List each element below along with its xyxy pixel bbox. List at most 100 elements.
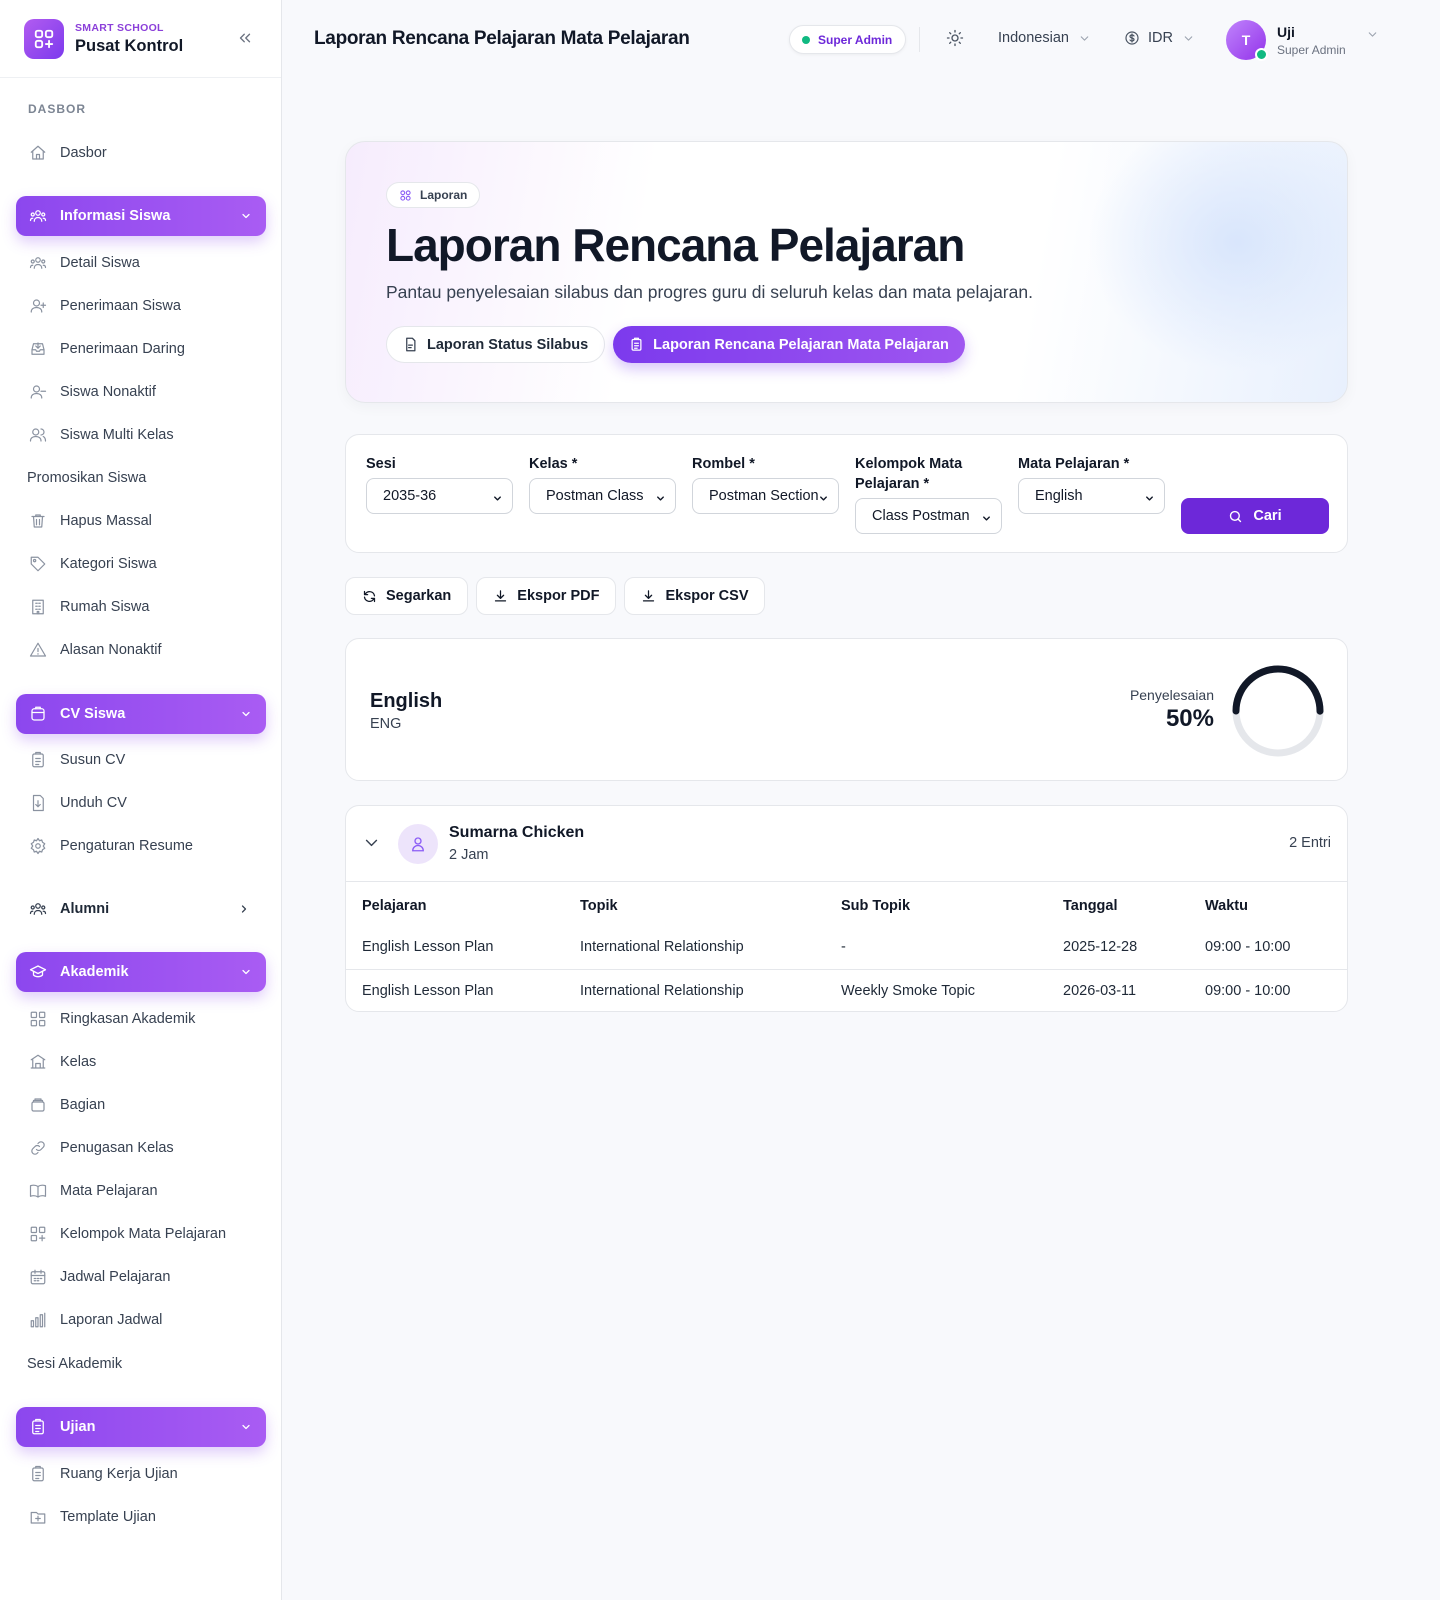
export-csv-button[interactable]: Ekspor CSV: [624, 577, 766, 615]
collapse-chevron-down-icon[interactable]: [363, 834, 381, 852]
clipboard-icon: [29, 751, 47, 769]
hero-title: Laporan Rencana Pelajaran: [386, 219, 965, 271]
sidebar-item-label: Jadwal Pelajaran: [60, 1269, 171, 1285]
sidebar-item-kelompok-mata-pelajaran[interactable]: Kelompok Mata Pelajaran: [16, 1214, 266, 1254]
table-row: English Lesson Plan International Relati…: [346, 925, 1347, 970]
table-cell: Weekly Smoke Topic: [841, 983, 976, 1000]
sidebar: SMART SCHOOL Pusat Kontrol DASBOR Dasbor…: [0, 0, 282, 1600]
table-cell: International Relationship: [580, 925, 841, 970]
sesi-value: 2035-36: [383, 488, 437, 504]
sidebar-item-jadwal-pelajaran[interactable]: Jadwal Pelajaran: [16, 1257, 266, 1297]
page-title: Laporan Rencana Pelajaran Mata Pelajaran: [314, 28, 690, 49]
sidebar-item-template-ujian[interactable]: Template Ujian: [16, 1497, 266, 1537]
sidebar-item-promosikan-siswa[interactable]: Promosikan Siswa: [16, 458, 266, 498]
collapse-sidebar-icon[interactable]: [236, 29, 256, 49]
mapel-select[interactable]: English: [1018, 478, 1165, 514]
sidebar-item-label: Template Ujian: [60, 1509, 156, 1525]
table-cell: 09:00 - 10:00: [1205, 983, 1291, 1000]
hero-card: Laporan Laporan Rencana Pelajaran Pantau…: [345, 141, 1348, 403]
chevron-down-icon: [492, 492, 503, 508]
grid-icon: [399, 189, 412, 202]
completion-value: 50%: [1165, 705, 1214, 732]
file-download-icon: [29, 794, 47, 812]
avatar-initial: T: [1241, 32, 1251, 48]
sidebar-item-rumah-siswa[interactable]: Rumah Siswa: [16, 587, 266, 627]
sidebar-item-penugasan-kelas[interactable]: Penugasan Kelas: [16, 1128, 266, 1168]
sidebar-item-siswa-nonaktif[interactable]: Siswa Nonaktif: [16, 372, 266, 412]
kelompok-select[interactable]: Class Postman: [855, 498, 1002, 534]
sidebar-item-dasbor[interactable]: Dasbor: [16, 133, 266, 173]
sidebar-item-ringkasan-akademik[interactable]: Ringkasan Akademik: [16, 999, 266, 1039]
sidebar-item-label: Penerimaan Daring: [60, 341, 185, 357]
currency-dollar-icon: [1124, 30, 1140, 46]
hero-description: Pantau penyelesaian silabus dan progres …: [386, 282, 1033, 302]
bar-chart-icon: [29, 1311, 47, 1329]
sidebar-item-pengaturan-resume[interactable]: Pengaturan Resume: [16, 826, 266, 866]
kelompok-label-line-2: Pelajaran *: [855, 476, 930, 492]
sidebar-item-susun-cv[interactable]: Susun CV: [16, 740, 266, 780]
sidebar-group-informasi-siswa[interactable]: Informasi Siswa: [16, 196, 266, 236]
folder-plus-icon: [29, 1508, 47, 1526]
kelas-select[interactable]: Postman Class: [529, 478, 676, 514]
export-pdf-button[interactable]: Ekspor PDF: [476, 577, 617, 615]
sidebar-group-akademik[interactable]: Akademik: [16, 952, 266, 992]
brand-title: Pusat Kontrol: [75, 36, 184, 55]
sidebar-item-label: Dasbor: [60, 145, 107, 161]
sidebar-item-kelas[interactable]: Kelas: [16, 1042, 266, 1082]
sesi-select[interactable]: 2035-36: [366, 478, 513, 514]
language-select[interactable]: Indonesian: [998, 30, 1091, 46]
sidebar-item-kategori-siswa[interactable]: Kategori Siswa: [16, 544, 266, 584]
column-header-sub-topik: Sub Topik: [841, 897, 911, 914]
inbox-download-icon: [29, 340, 47, 358]
sidebar-group-ujian[interactable]: Ujian: [16, 1407, 266, 1447]
hero-decoration: [1087, 142, 1347, 372]
grid-icon: [29, 1010, 47, 1028]
table-cell: 2026-03-11: [1063, 983, 1137, 1000]
sidebar-group-label: Alumni: [60, 901, 110, 917]
chevron-down-icon: [981, 512, 992, 528]
sidebar-group-alumni[interactable]: Alumni: [16, 889, 266, 929]
nav-section-dasbor: DASBOR: [28, 102, 87, 116]
sidebar-item-bagian[interactable]: Bagian: [16, 1085, 266, 1125]
sidebar-item-unduh-cv[interactable]: Unduh CV: [16, 783, 266, 823]
teacher-hours: 2 Jam: [449, 847, 489, 863]
sidebar-item-mata-pelajaran[interactable]: Mata Pelajaran: [16, 1171, 266, 1211]
search-button[interactable]: Cari: [1181, 498, 1329, 534]
rombel-select[interactable]: Postman Section: [692, 478, 839, 514]
sidebar-item-penerimaan-siswa[interactable]: Penerimaan Siswa: [16, 286, 266, 326]
export-csv-label: Ekspor CSV: [665, 588, 749, 604]
user-menu[interactable]: T Uji Super Admin: [1226, 20, 1379, 61]
sidebar-item-detail-siswa[interactable]: Detail Siswa: [16, 243, 266, 283]
gear-icon: [29, 837, 47, 855]
sidebar-item-sesi-akademik[interactable]: Sesi Akademik: [16, 1344, 266, 1384]
tab-laporan-status-silabus[interactable]: Laporan Status Silabus: [386, 326, 606, 363]
sidebar-item-label: Promosikan Siswa: [27, 470, 147, 486]
filter-card: Sesi 2035-36 Kelas * Postman Class Rombe…: [345, 434, 1348, 553]
sidebar-item-alasan-nonaktif[interactable]: Alasan Nonaktif: [16, 630, 266, 670]
refresh-button[interactable]: Segarkan: [345, 577, 469, 615]
sidebar-group-cv-siswa[interactable]: CV Siswa: [16, 694, 266, 734]
download-icon: [641, 589, 656, 604]
teacher-card-header: Sumarna Chicken 2 Jam 2 Entri: [346, 806, 1347, 882]
sidebar-item-laporan-jadwal[interactable]: Laporan Jadwal: [16, 1300, 266, 1340]
sidebar-item-label: Hapus Massal: [60, 513, 152, 529]
tab-label: Laporan Rencana Pelajaran Mata Pelajaran: [653, 336, 949, 353]
graduation-cap-icon: [29, 963, 47, 981]
avatar: T: [1226, 20, 1268, 61]
tab-laporan-rencana-pelajaran[interactable]: Laporan Rencana Pelajaran Mata Pelajaran: [613, 326, 965, 363]
sidebar-item-label: Ringkasan Akademik: [60, 1011, 196, 1027]
sidebar-item-siswa-multi-kelas[interactable]: Siswa Multi Kelas: [16, 415, 266, 455]
sidebar-item-hapus-massal[interactable]: Hapus Massal: [16, 501, 266, 541]
sidebar-item-penerimaan-daring[interactable]: Penerimaan Daring: [16, 329, 266, 369]
column-header-topik: Topik: [580, 897, 618, 914]
currency-label: IDR: [1148, 30, 1173, 46]
kelas-value: Postman Class: [546, 488, 644, 504]
export-pdf-label: Ekspor PDF: [517, 588, 600, 604]
sidebar-item-ruang-kerja-ujian[interactable]: Ruang Kerja Ujian: [16, 1454, 266, 1494]
column-header-waktu: Waktu: [1205, 897, 1248, 914]
sidebar-item-label: Alasan Nonaktif: [60, 642, 162, 658]
home-icon: [29, 144, 47, 162]
currency-select[interactable]: IDR: [1124, 30, 1195, 46]
layers-icon: [29, 1096, 47, 1114]
theme-toggle-sun-icon[interactable]: [946, 29, 966, 49]
